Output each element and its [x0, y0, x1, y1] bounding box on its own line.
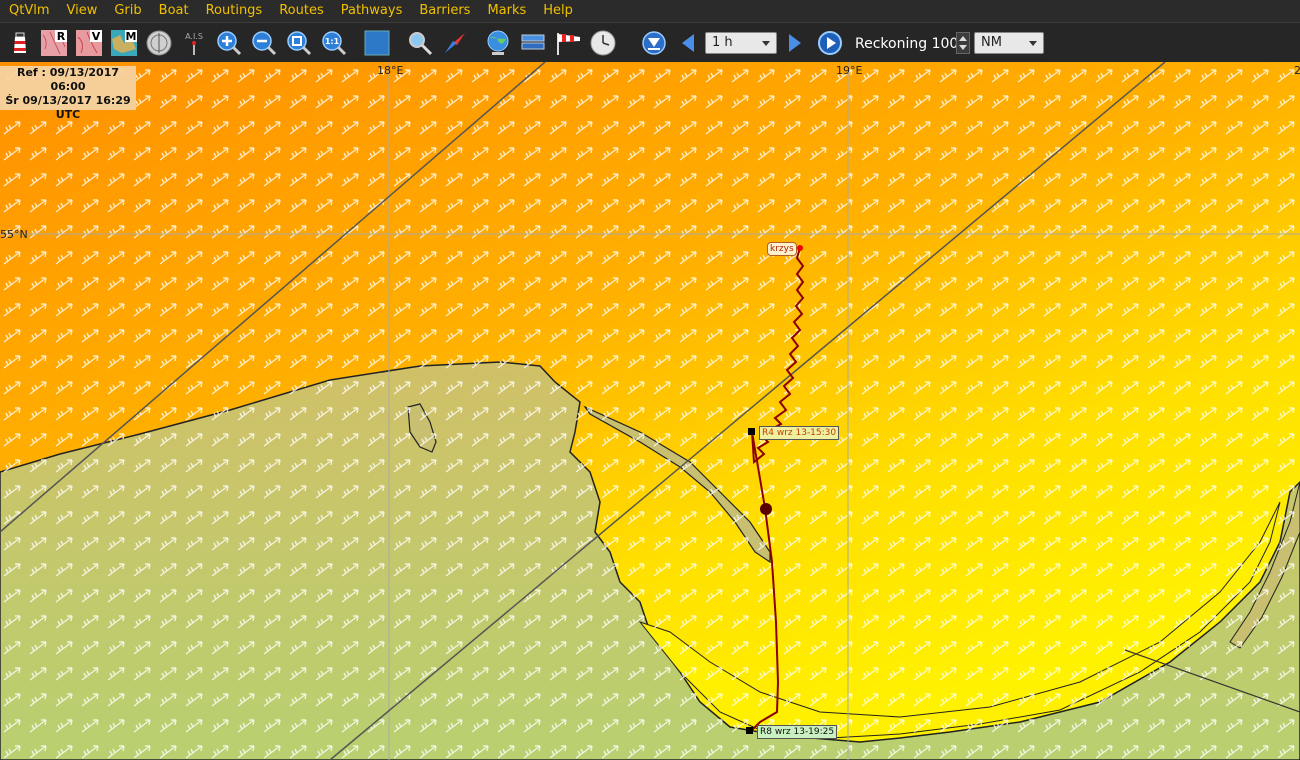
layers-icon[interactable]: [519, 29, 547, 57]
map-background-icon[interactable]: [363, 29, 391, 57]
unit-select[interactable]: NM: [974, 32, 1044, 54]
reckoning-label: Reckoning 100: [855, 36, 958, 52]
menu-qtvlm[interactable]: QtVlm: [0, 0, 58, 22]
ais-icon[interactable]: A.I.S: [180, 29, 208, 57]
zoom-in-icon[interactable]: [215, 29, 243, 57]
zoom-1to1-label: 1:1: [325, 37, 340, 46]
zoom-out-icon[interactable]: [250, 29, 278, 57]
lon-label-19: 19°E: [836, 64, 863, 77]
timezone: UTC: [55, 108, 81, 121]
zoom-fit-icon[interactable]: [285, 29, 313, 57]
grib-v-label: V: [92, 30, 101, 43]
wind-barbs: [0, 62, 1300, 760]
grib-m-label: M: [126, 30, 137, 43]
menu-routes[interactable]: Routes: [270, 0, 332, 22]
zoom-1to1-icon[interactable]: 1:1: [320, 29, 348, 57]
waypoint-r8[interactable]: [746, 727, 753, 734]
time-step-value: 1 h: [712, 35, 733, 50]
poi-r8-label[interactable]: R8 wrz 13-19:25: [757, 725, 838, 739]
unit-value: NM: [981, 35, 1002, 50]
reckoning-text: Reckoning: [855, 36, 928, 52]
time-step-select[interactable]: 1 h: [705, 32, 777, 54]
globe-icon[interactable]: [484, 29, 512, 57]
compass-icon[interactable]: [145, 29, 173, 57]
grib-r-label: R: [57, 30, 66, 43]
ref-time: Ref : 09/13/2017 06:00: [16, 66, 120, 93]
spinner-arrows-icon: [959, 36, 967, 50]
lon-label-18: 18°E: [377, 64, 404, 77]
grib-r-icon[interactable]: R: [40, 29, 68, 57]
clock-icon[interactable]: [589, 29, 617, 57]
map-view[interactable]: 18°E 19°E 2 55°N krzys R4 wrz 13-15:30 R…: [0, 62, 1300, 760]
boat-marker[interactable]: [797, 245, 803, 251]
time-back-icon[interactable]: [674, 29, 702, 57]
chevron-down-icon: [1029, 41, 1037, 46]
time-now-icon[interactable]: [640, 29, 668, 57]
search-icon[interactable]: [406, 29, 434, 57]
ais-label: A.I.S: [185, 32, 203, 41]
boat-name-label[interactable]: krzys: [767, 242, 797, 256]
toolbar: R V M A.I.S 1:1 1 h Reckoning 100 NM: [0, 22, 1300, 63]
map-canvas[interactable]: [0, 62, 1300, 760]
reckoning-value[interactable]: 100: [932, 36, 959, 52]
menu-grib[interactable]: Grib: [105, 0, 149, 22]
play-icon[interactable]: [816, 29, 844, 57]
menu-help[interactable]: Help: [534, 0, 581, 22]
menu-routings[interactable]: Routings: [197, 0, 271, 22]
time-forward-icon[interactable]: [781, 29, 809, 57]
poi-r4-label[interactable]: R4 wrz 13-15:30: [759, 426, 840, 440]
menu-pathways[interactable]: Pathways: [332, 0, 411, 22]
menu-marks[interactable]: Marks: [478, 0, 534, 22]
chevron-down-icon: [762, 41, 770, 46]
waypoint-r4[interactable]: [748, 428, 755, 435]
menu-barriers[interactable]: Barriers: [410, 0, 478, 22]
menu-boat[interactable]: Boat: [150, 0, 197, 22]
windsock-icon[interactable]: [555, 29, 583, 57]
current-time: Śr 09/13/2017 16:29: [5, 94, 131, 107]
time-info-box: Ref : 09/13/2017 06:00 Śr 09/13/2017 16:…: [0, 66, 136, 121]
boat-position-marker[interactable]: [760, 503, 772, 515]
lat-label-55: 55°N: [0, 228, 28, 241]
lighthouse-icon[interactable]: [6, 29, 34, 57]
reckoning-spinner[interactable]: [956, 32, 970, 54]
menu-view[interactable]: View: [58, 0, 106, 22]
menu-bar: QtVlm View Grib Boat Routings Routes Pat…: [0, 0, 1300, 22]
needle-icon[interactable]: [441, 29, 469, 57]
grib-m-icon[interactable]: M: [110, 29, 138, 57]
grib-v-icon[interactable]: V: [75, 29, 103, 57]
lon-label-20: 2: [1294, 64, 1300, 77]
